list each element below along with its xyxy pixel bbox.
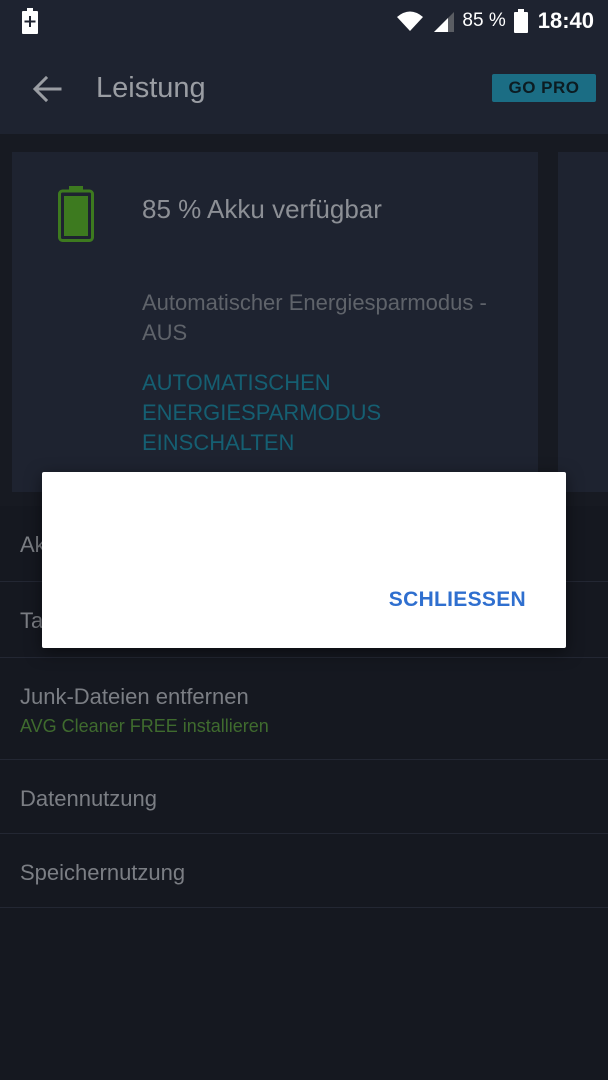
- battery-level-icon: [58, 186, 94, 242]
- page-title: Leistung: [96, 72, 206, 104]
- list-item-storage-usage[interactable]: Speichernutzung: [0, 834, 608, 908]
- signal-icon: [434, 12, 455, 32]
- battery-icon: [513, 9, 528, 33]
- card-carousel[interactable]: 85 % Akku verfügbar Automatischer Energi…: [0, 134, 608, 506]
- enable-power-saving-link[interactable]: AUTOMATISCHEN ENERGIESPARMODUS EINSCHALT…: [142, 368, 522, 458]
- power-saving-status: Automatischer Energiesparmodus - AUS: [142, 290, 487, 345]
- list-item-title: Ta: [20, 608, 44, 633]
- app-bar: Leistung GO PRO: [0, 42, 608, 134]
- list-item-data-usage[interactable]: Datennutzung: [0, 760, 608, 834]
- battery-title: 85 % Akku verfügbar: [142, 194, 382, 224]
- list-item-subtitle[interactable]: AVG Cleaner FREE installieren: [20, 716, 269, 737]
- close-button[interactable]: SCHLIESSEN: [389, 588, 526, 612]
- dialog: SCHLIESSEN: [42, 472, 566, 648]
- list-item-junk-files[interactable]: Junk-Dateien entfernen AVG Cleaner FREE …: [0, 658, 608, 760]
- wifi-icon: [397, 11, 424, 31]
- battery-percent: 85 %: [462, 10, 506, 31]
- back-arrow-icon[interactable]: [30, 72, 64, 106]
- battery-charging-icon: [22, 8, 38, 34]
- clock: 18:40: [537, 8, 594, 33]
- list-item-title: Junk-Dateien entfernen: [20, 684, 249, 709]
- go-pro-button[interactable]: GO PRO: [492, 74, 596, 102]
- list-item-title: Speichernutzung: [20, 860, 186, 885]
- list-item-title: Datennutzung: [20, 786, 157, 811]
- status-bar: 85 % 18:40: [0, 0, 608, 42]
- battery-card: 85 % Akku verfügbar Automatischer Energi…: [12, 152, 538, 492]
- next-card-peek[interactable]: [558, 152, 608, 492]
